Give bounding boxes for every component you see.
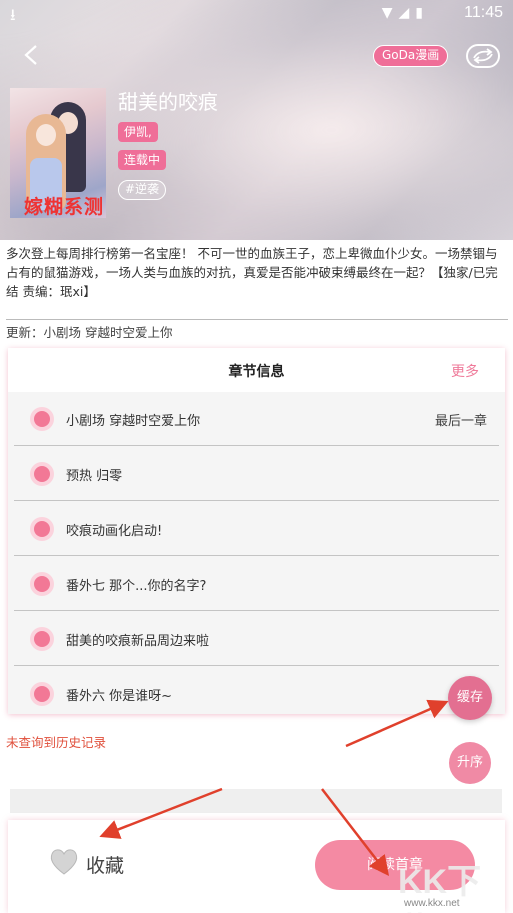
chapter-card-header: 章节信息 更多 xyxy=(8,348,505,392)
chapter-row[interactable]: 咬痕动画化启动! xyxy=(14,502,499,556)
chapter-dot-icon xyxy=(30,407,54,431)
spacer-bar xyxy=(10,789,502,813)
chapter-dot-icon xyxy=(30,462,54,486)
history-status: 未查询到历史记录 xyxy=(6,735,107,750)
chapter-dot-icon xyxy=(30,682,54,706)
status-icons: ▼◢▮ xyxy=(382,5,429,21)
cover-watermark: 嫁糊系测 xyxy=(24,196,105,218)
genre-tag[interactable]: #逆袭 xyxy=(118,180,167,200)
author-tag[interactable]: 伊凯, xyxy=(118,122,158,142)
chapter-row[interactable]: 预热 归零 xyxy=(14,447,499,501)
no-signal-icon: ◢ xyxy=(398,5,416,21)
chapter-label: 番外六 你是谁呀~ xyxy=(66,689,173,704)
more-link[interactable]: 更多 xyxy=(451,361,479,381)
comic-title: 甜美的咬痕 xyxy=(118,90,218,114)
cache-button[interactable]: 缓存 xyxy=(448,676,492,720)
chapter-row[interactable]: 番外六 你是谁呀~ xyxy=(14,667,499,721)
chapter-card-title: 章节信息 xyxy=(228,364,285,380)
favorite-label[interactable]: 收藏 xyxy=(86,851,124,878)
chapter-label: 甜美的咬痕新品周边来啦 xyxy=(66,634,210,649)
chapter-row[interactable]: 番外七 那个...你的名字? xyxy=(14,557,499,611)
share-icon[interactable] xyxy=(466,44,500,68)
last-chapter-badge: 最后一章 xyxy=(434,414,487,429)
chapter-label: 预热 归零 xyxy=(66,469,123,484)
site-watermark: KK下载 www.kkx.net xyxy=(398,854,510,913)
site-watermark-url: www.kkx.net xyxy=(404,898,460,909)
chapter-dot-icon xyxy=(30,517,54,541)
clock: 11:45 xyxy=(464,4,503,21)
chapter-dot-icon xyxy=(30,572,54,596)
chapter-dot-icon xyxy=(30,627,54,651)
latest-update[interactable]: 更新：小剧场 穿越时空爱上你 xyxy=(6,322,172,341)
wifi-icon: ▼ xyxy=(381,5,399,21)
comic-cover[interactable]: 嫁糊系测 xyxy=(10,88,106,218)
chapter-list: 小剧场 穿越时空爱上你 最后一章 预热 归零 咬痕动画化启动! 番外七 那个..… xyxy=(8,392,505,714)
battery-icon: ▮ xyxy=(415,5,429,21)
brand-badge[interactable]: GoDa漫画 xyxy=(373,45,449,67)
chapter-row[interactable]: 小剧场 穿越时空爱上你 最后一章 xyxy=(14,392,499,446)
download-icon: ⭳ xyxy=(10,5,16,24)
comic-description: 多次登上每周排行榜第一名宝座！ 不可一世的血族王子，恋上卑微血仆少女。一场禁锢与… xyxy=(6,246,498,299)
chapter-row[interactable]: 甜美的咬痕新品周边来啦 xyxy=(14,612,499,666)
chapter-label: 小剧场 穿越时空爱上你 xyxy=(66,414,201,429)
status-tag: 连载中 xyxy=(118,150,167,170)
chapter-label: 咬痕动画化启动! xyxy=(66,524,163,539)
divider xyxy=(6,319,508,320)
status-bar: ⭳ ▼◢▮ 11:45 xyxy=(0,0,513,28)
chapter-label: 番外七 那个...你的名字? xyxy=(66,579,207,594)
sort-button[interactable]: 升序 xyxy=(449,742,491,784)
chapter-card: 章节信息 更多 小剧场 穿越时空爱上你 最后一章 预热 归零 咬痕动画化启动! … xyxy=(8,348,505,714)
heart-icon[interactable] xyxy=(48,846,80,878)
chevron-left-icon[interactable] xyxy=(20,40,44,70)
